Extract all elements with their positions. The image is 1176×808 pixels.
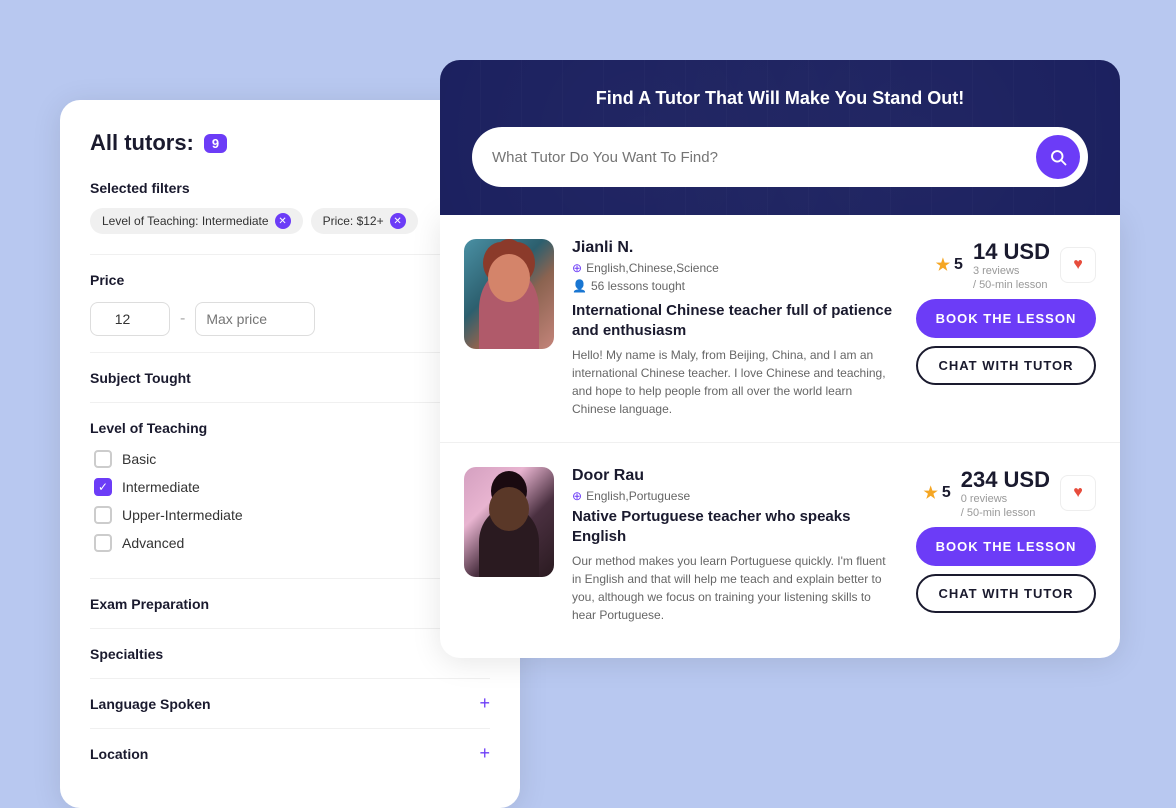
search-icon — [1049, 148, 1067, 166]
level-advanced-label: Advanced — [122, 535, 184, 551]
tutor-2-chat-button[interactable]: CHAT WITH TUTOR — [916, 574, 1096, 613]
subject-section[interactable]: Subject Tought + — [90, 352, 490, 402]
level-advanced-checkbox[interactable] — [94, 534, 112, 552]
tutor-1-name: Jianli N. — [572, 239, 898, 257]
filter-tag-price-text: Price: $12+ — [323, 214, 384, 228]
exam-label: Exam Preparation — [90, 596, 209, 612]
tutor-1-reviews: 3 reviews — [973, 265, 1048, 277]
exam-section[interactable]: Exam Preparation + — [90, 578, 490, 628]
price-inputs: - — [90, 302, 490, 336]
price-min-input[interactable] — [90, 302, 170, 336]
level-upper-intermediate-label: Upper-Intermediate — [122, 507, 243, 523]
tutor-2-reviews: 0 reviews — [961, 493, 1036, 505]
search-headline: Find A Tutor That Will Make You Stand Ou… — [472, 88, 1088, 109]
tutor-2-book-button[interactable]: BOOK THE LESSON — [916, 527, 1096, 566]
filters-row: Selected filters Clear all — [90, 180, 490, 196]
filter-tag-level-text: Level of Teaching: Intermediate — [102, 214, 269, 228]
tutor-1-info: Jianli N. ⊕ English,Chinese,Science 👤 56… — [572, 239, 898, 418]
price-max-input[interactable] — [195, 302, 315, 336]
star-icon-2: ★ — [923, 483, 937, 503]
star-icon-1: ★ — [936, 255, 950, 275]
all-tutors-header: All tutors: 9 — [90, 130, 490, 156]
level-basic-label: Basic — [122, 451, 156, 467]
tutor-2-rating: ★ 5 — [923, 483, 950, 503]
tutors-list: Jianli N. ⊕ English,Chinese,Science 👤 56… — [440, 215, 1120, 658]
level-basic-checkbox[interactable] — [94, 450, 112, 468]
selected-filters-label: Selected filters — [90, 180, 190, 196]
tutor-2-info: Door Rau ⊕ English,Portuguese Native Por… — [572, 467, 898, 624]
filter-tag-level: Level of Teaching: Intermediate ✕ — [90, 208, 303, 234]
tutor-2-price: 234 USD — [961, 467, 1050, 493]
tutor-1-book-button[interactable]: BOOK THE LESSON — [916, 299, 1096, 338]
location-section[interactable]: Location + — [90, 728, 490, 778]
tutor-count-badge: 9 — [204, 134, 227, 153]
level-section: Level of Teaching − Basic Intermediate U… — [90, 402, 490, 578]
tutor-1-per-lesson: / 50-min lesson — [973, 279, 1048, 291]
level-label: Level of Teaching — [90, 420, 207, 436]
tutor-1-actions: ★ 5 14 USD 3 reviews / 50-min lesson ♥ — [916, 239, 1096, 418]
level-header: Level of Teaching − — [90, 403, 490, 450]
level-intermediate-checkbox[interactable] — [94, 478, 112, 496]
level-basic[interactable]: Basic — [90, 450, 490, 468]
tutor-2-per-lesson: / 50-min lesson — [961, 507, 1036, 519]
tutor-2-name: Door Rau — [572, 467, 898, 485]
tutor-1-rating: ★ 5 — [936, 255, 963, 275]
search-header: Find A Tutor That Will Make You Stand Ou… — [440, 60, 1120, 215]
tutor-2-subjects: ⊕ English,Portuguese — [572, 489, 898, 503]
price-section: Price − - — [90, 254, 490, 352]
tutor-2-avatar — [464, 467, 554, 577]
tutor-2-bio-title: Native Portuguese teacher who speaks Eng… — [572, 507, 898, 546]
specialties-section[interactable]: Specialties + — [90, 628, 490, 678]
level-upper-intermediate-checkbox[interactable] — [94, 506, 112, 524]
all-tutors-title: All tutors: — [90, 130, 194, 156]
tutor-2-actions: ★ 5 234 USD 0 reviews / 50-min lesson ♥ — [916, 467, 1096, 624]
tutor-1-price-block: 14 USD 3 reviews / 50-min lesson — [973, 239, 1050, 291]
globe-icon-1: ⊕ — [572, 261, 582, 275]
tutor-1-lessons: 👤 56 lessons tought — [572, 279, 898, 293]
location-label: Location — [90, 746, 148, 762]
tutor-1-reviews-per: 3 reviews / 50-min lesson — [973, 265, 1048, 291]
language-section[interactable]: Language Spoken + — [90, 678, 490, 728]
filter-tag-level-remove[interactable]: ✕ — [275, 213, 291, 229]
tutor-1-chat-button[interactable]: CHAT WITH TUTOR — [916, 346, 1096, 385]
price-label: Price — [90, 272, 124, 288]
tutor-1-subjects: ⊕ English,Chinese,Science — [572, 261, 898, 275]
tutor-2-bio-text: Our method makes you learn Portuguese qu… — [572, 552, 898, 624]
globe-icon-2: ⊕ — [572, 489, 582, 503]
level-advanced[interactable]: Advanced — [90, 534, 490, 552]
language-label: Language Spoken — [90, 696, 211, 712]
language-expand-icon[interactable]: + — [479, 693, 490, 714]
search-bar — [472, 127, 1088, 187]
tutor-2-heart-button[interactable]: ♥ — [1060, 475, 1096, 511]
subject-label: Subject Tought — [90, 370, 191, 386]
level-intermediate-label: Intermediate — [122, 479, 200, 495]
tutor-card-2: Door Rau ⊕ English,Portuguese Native Por… — [440, 443, 1120, 648]
person-icon-1: 👤 — [572, 279, 587, 293]
tutor-1-bio-title: International Chinese teacher full of pa… — [572, 301, 898, 340]
tutor-2-rating-price: ★ 5 234 USD 0 reviews / 50-min lesson ♥ — [916, 467, 1096, 519]
tutor-1-avatar — [464, 239, 554, 349]
tutor-1-heart-button[interactable]: ♥ — [1060, 247, 1096, 283]
level-intermediate[interactable]: Intermediate — [90, 478, 490, 496]
search-input[interactable] — [492, 149, 1036, 166]
price-header: Price − — [90, 255, 490, 302]
price-dash: - — [180, 310, 185, 328]
tutor-1-price: 14 USD — [973, 239, 1050, 265]
tutor-2-reviews-per: 0 reviews / 50-min lesson — [961, 493, 1036, 519]
right-panel: Find A Tutor That Will Make You Stand Ou… — [440, 60, 1120, 658]
main-container: All tutors: 9 Selected filters Clear all… — [0, 0, 1176, 800]
filter-tag-price: Price: $12+ ✕ — [311, 208, 418, 234]
tutor-card-1: Jianli N. ⊕ English,Chinese,Science 👤 56… — [440, 215, 1120, 443]
tutor-1-bio-text: Hello! My name is Maly, from Beijing, Ch… — [572, 346, 898, 418]
location-expand-icon[interactable]: + — [479, 743, 490, 764]
tutor-2-price-block: 234 USD 0 reviews / 50-min lesson — [961, 467, 1050, 519]
filter-tags: Level of Teaching: Intermediate ✕ Price:… — [90, 208, 490, 234]
tutor-1-rating-price: ★ 5 14 USD 3 reviews / 50-min lesson ♥ — [916, 239, 1096, 291]
level-upper-intermediate[interactable]: Upper-Intermediate — [90, 506, 490, 524]
specialties-label: Specialties — [90, 646, 163, 662]
search-button[interactable] — [1036, 135, 1080, 179]
filter-tag-price-remove[interactable]: ✕ — [390, 213, 406, 229]
